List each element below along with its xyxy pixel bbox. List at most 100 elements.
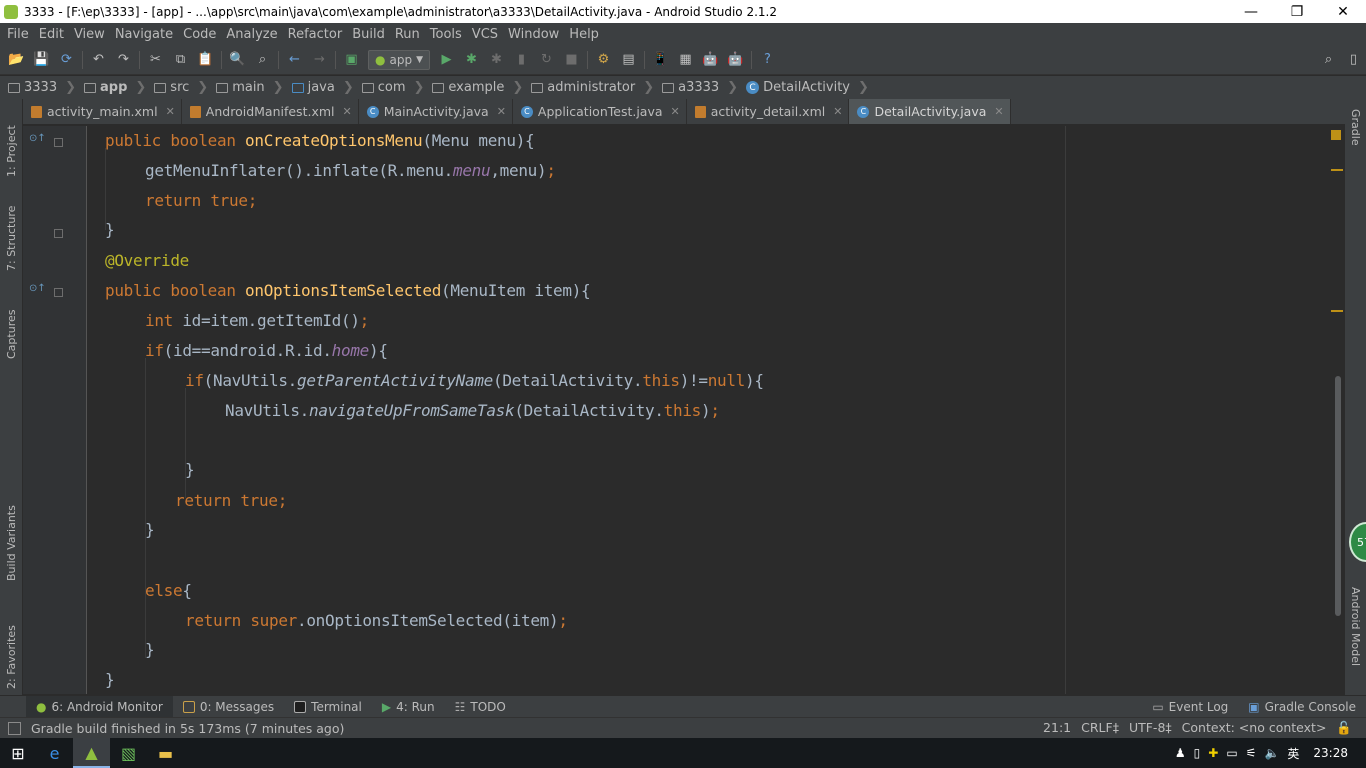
project-structure-icon[interactable]: ⚙ xyxy=(594,50,614,70)
breadcrumb-example[interactable]: example ❯ xyxy=(432,80,523,95)
open-icon[interactable]: 📂 xyxy=(7,50,27,70)
breadcrumb-project[interactable]: 3333 ❯ xyxy=(8,80,76,95)
tool-tab-messages[interactable]: 0: Messages xyxy=(173,696,284,718)
attach-debugger-icon[interactable]: ✱ xyxy=(487,50,507,70)
internet-explorer-icon[interactable]: e xyxy=(36,738,73,768)
tool-tab-terminal[interactable]: Terminal xyxy=(284,696,372,718)
tab-androidmanifest-xml[interactable]: AndroidManifest.xml ✕ xyxy=(182,99,359,124)
sdk-manager-icon[interactable]: 🤖 xyxy=(701,50,721,70)
avd-manager-icon[interactable]: ▦ xyxy=(676,50,696,70)
menu-view[interactable]: View xyxy=(69,27,110,42)
battery-icon[interactable]: ▭ xyxy=(1226,746,1237,760)
file-explorer-icon[interactable]: ▬ xyxy=(147,738,184,768)
tab-activity-detail-xml[interactable]: activity_detail.xml ✕ xyxy=(687,99,850,124)
fold-marker[interactable] xyxy=(54,288,63,297)
tool-tab-android-model[interactable]: Android Model xyxy=(1345,587,1366,687)
toggle-panel-icon[interactable]: ▯ xyxy=(1344,50,1364,70)
menu-file[interactable]: File xyxy=(2,27,34,42)
tool-tab-build-variants[interactable]: Build Variants xyxy=(0,491,23,581)
notification-add-icon[interactable]: ✚ xyxy=(1208,746,1218,760)
tool-tab-gradle[interactable]: Gradle xyxy=(1345,109,1366,169)
save-icon[interactable]: 💾 xyxy=(32,50,52,70)
close-icon[interactable]: ✕ xyxy=(994,105,1003,118)
user-icon[interactable]: ♟ xyxy=(1175,746,1186,760)
android-device-monitor-icon[interactable]: 🤖 xyxy=(726,50,746,70)
fold-marker[interactable] xyxy=(54,229,63,238)
warning-marker[interactable] xyxy=(1331,169,1343,171)
breadcrumb-module[interactable]: app ❯ xyxy=(84,80,146,95)
clock[interactable]: 23:28 xyxy=(1313,746,1348,760)
status-message[interactable]: Gradle build finished in 5s 173ms (7 min… xyxy=(31,721,344,736)
wifi-icon[interactable]: ⚟ xyxy=(1246,746,1257,760)
menu-navigate[interactable]: Navigate xyxy=(110,27,178,42)
breadcrumb-detailactivity[interactable]: C DetailActivity ❯ xyxy=(746,80,869,95)
close-icon[interactable]: ✕ xyxy=(497,105,506,118)
lock-icon[interactable]: 🔓 xyxy=(1336,720,1352,736)
run-icon[interactable]: ▶ xyxy=(437,50,457,70)
debug-icon[interactable]: ✱ xyxy=(462,50,482,70)
breadcrumb-com[interactable]: com ❯ xyxy=(361,80,424,95)
tool-tab-captures[interactable]: Captures xyxy=(0,289,23,359)
make-project-icon[interactable]: ▣ xyxy=(342,50,362,70)
close-icon[interactable]: ✕ xyxy=(833,105,842,118)
tool-tab-android-monitor[interactable]: ● 6: Android Monitor xyxy=(26,695,173,718)
tool-tab-todo[interactable]: ☷ TODO xyxy=(445,696,516,718)
tab-mainactivity-java[interactable]: C MainActivity.java ✕ xyxy=(359,99,513,124)
redo-icon[interactable]: ↷ xyxy=(114,50,134,70)
close-button[interactable]: ✕ xyxy=(1320,0,1366,23)
menu-run[interactable]: Run xyxy=(390,27,425,42)
warning-status-icon[interactable] xyxy=(1331,130,1341,140)
tab-activity-main-xml[interactable]: activity_main.xml ✕ xyxy=(23,99,182,124)
run-configuration-select[interactable]: ● app ▼ xyxy=(368,49,430,70)
breadcrumb-src[interactable]: src ❯ xyxy=(154,80,208,95)
cut-icon[interactable]: ✂ xyxy=(146,50,166,70)
menu-edit[interactable]: Edit xyxy=(34,27,69,42)
paste-icon[interactable]: 📋 xyxy=(196,50,216,70)
tab-detailactivity-java[interactable]: C DetailActivity.java ✕ xyxy=(849,99,1011,124)
windows-start-icon[interactable]: ⊞ xyxy=(0,738,36,768)
breadcrumb-administrator[interactable]: administrator ❯ xyxy=(531,80,654,95)
breadcrumb-java[interactable]: java ❯ xyxy=(291,80,354,95)
toggle-tool-windows-icon[interactable] xyxy=(8,721,21,735)
vertical-scrollbar[interactable] xyxy=(1335,376,1341,616)
tool-tab-project[interactable]: 1: Project xyxy=(0,107,23,177)
menu-analyze[interactable]: Analyze xyxy=(221,27,282,42)
restore-button[interactable]: ❐ xyxy=(1274,0,1320,23)
ime-indicator[interactable]: 英 xyxy=(1287,745,1299,762)
caret-position[interactable]: 21:1 xyxy=(1043,720,1071,736)
tool-tab-event-log[interactable]: ▭ Event Log xyxy=(1142,696,1238,718)
gradle-sync-icon[interactable]: 📱 xyxy=(651,50,671,70)
sync-icon[interactable]: ⟳ xyxy=(57,50,77,70)
android-studio-taskbar-icon[interactable]: ▲ xyxy=(73,738,110,768)
rerun-icon[interactable]: ↻ xyxy=(537,50,557,70)
forward-icon[interactable]: → xyxy=(310,50,330,70)
coverage-icon[interactable]: ▮ xyxy=(512,50,532,70)
close-icon[interactable]: ✕ xyxy=(671,105,680,118)
override-method-icon[interactable]: ⊙↑ xyxy=(29,133,46,144)
tool-tab-favorites[interactable]: 2: Favorites xyxy=(0,604,23,689)
minimize-button[interactable]: — xyxy=(1228,0,1274,23)
breadcrumb-main[interactable]: main ❯ xyxy=(216,80,284,95)
tool-tab-gradle-console[interactable]: ▣ Gradle Console xyxy=(1238,696,1366,718)
menu-vcs[interactable]: VCS xyxy=(467,27,503,42)
tool-tab-structure[interactable]: 7: Structure xyxy=(0,191,23,271)
replace-icon[interactable]: ⌕ xyxy=(253,50,273,70)
warning-marker[interactable] xyxy=(1331,310,1343,312)
stop-icon[interactable]: ■ xyxy=(562,50,582,70)
breadcrumb-a3333[interactable]: a3333 ❯ xyxy=(662,80,738,95)
file-encoding[interactable]: UTF-8‡ xyxy=(1129,720,1172,736)
search-everywhere-icon[interactable]: ⌕ xyxy=(1319,50,1339,70)
volume-icon[interactable]: 🔈 xyxy=(1264,746,1279,760)
close-icon[interactable]: ✕ xyxy=(166,105,175,118)
menu-build[interactable]: Build xyxy=(347,27,390,42)
find-icon[interactable]: 🔍 xyxy=(228,50,248,70)
help-icon[interactable]: ? xyxy=(758,50,778,70)
menu-tools[interactable]: Tools xyxy=(425,27,467,42)
menu-window[interactable]: Window xyxy=(503,27,564,42)
tool-tab-run[interactable]: ▶ 4: Run xyxy=(372,696,445,718)
fold-marker[interactable] xyxy=(54,138,63,147)
image-app-icon[interactable]: ▧ xyxy=(110,738,147,768)
battery-status-icon[interactable]: ▯ xyxy=(1194,746,1201,760)
context-indicator[interactable]: Context: <no context> xyxy=(1182,720,1327,736)
tab-applicationtest-java[interactable]: C ApplicationTest.java ✕ xyxy=(513,99,687,124)
